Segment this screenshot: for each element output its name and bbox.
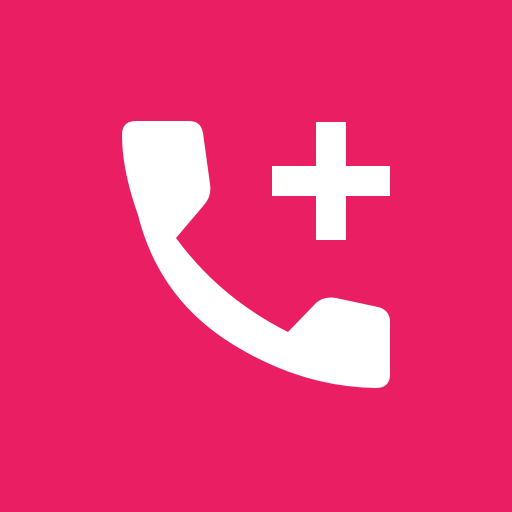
add-call-icon xyxy=(122,121,390,388)
add-call-app-icon[interactable] xyxy=(0,0,512,512)
plus-icon-horizontal xyxy=(272,166,390,196)
phone-handset-icon xyxy=(122,121,390,388)
